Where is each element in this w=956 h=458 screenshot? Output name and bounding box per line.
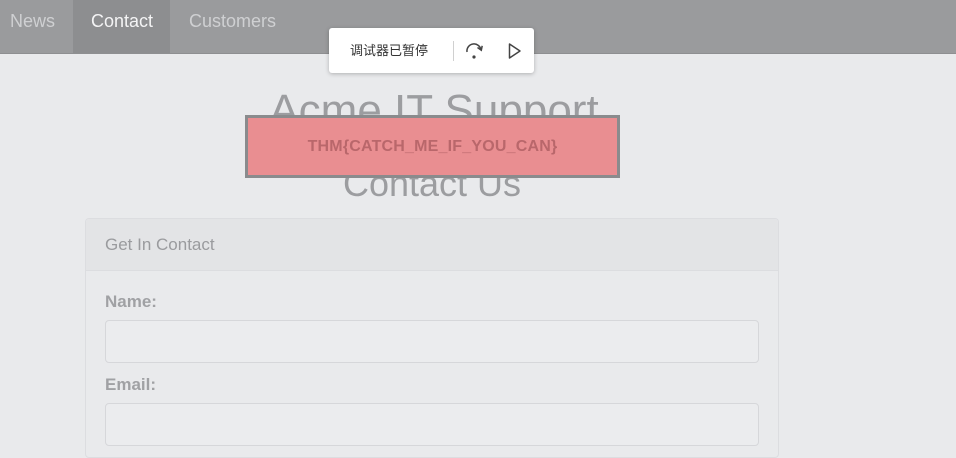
nav-item-contact[interactable]: Contact [73, 0, 170, 53]
debugger-status-label: 调试器已暂停 [350, 43, 429, 58]
name-label: Name: [105, 292, 157, 311]
toolbar-divider [453, 41, 454, 61]
contact-panel: Get In Contact Name: Email: [85, 218, 779, 458]
name-field[interactable] [105, 320, 759, 363]
resume-play-icon[interactable] [503, 40, 525, 62]
panel-title: Get In Contact [105, 235, 215, 254]
panel-header: Get In Contact [86, 219, 778, 271]
step-over-icon[interactable] [463, 40, 485, 62]
email-label: Email: [105, 375, 157, 394]
flag-banner: THM{CATCH_ME_IF_YOU_CAN} [245, 115, 620, 178]
debugger-paused-toolbar: 调试器已暂停 [329, 28, 534, 73]
email-field[interactable] [105, 403, 759, 446]
nav-item-news[interactable]: News [0, 0, 73, 53]
nav-item-customers[interactable]: Customers [170, 0, 286, 53]
